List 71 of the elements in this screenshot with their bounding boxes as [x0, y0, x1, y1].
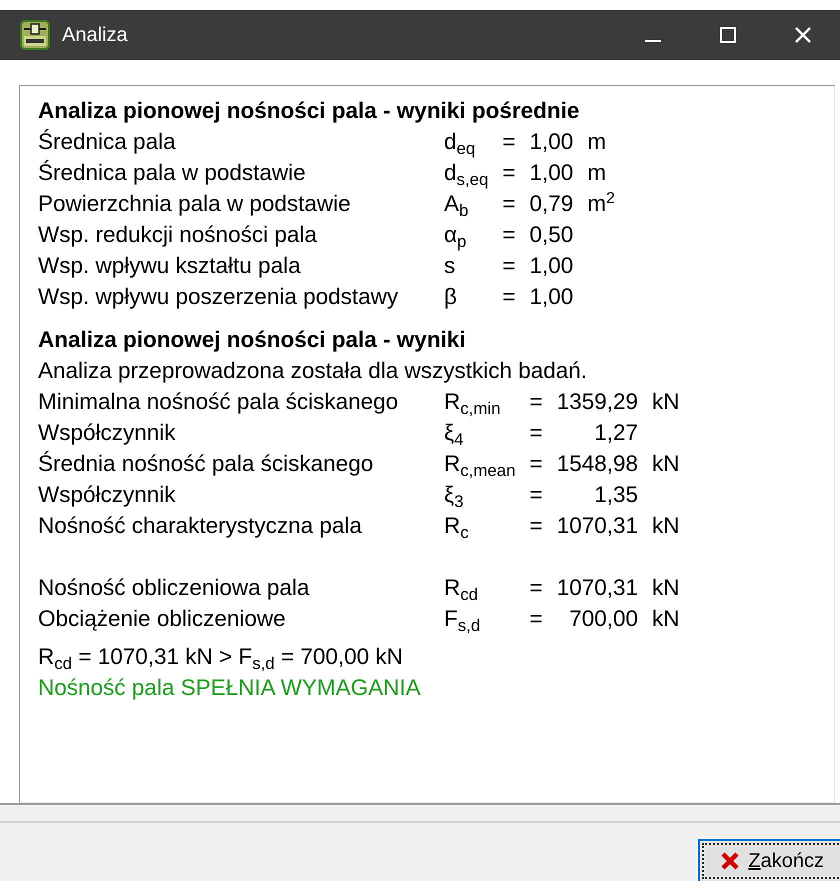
section-heading: Analiza pionowej nośności pala - wyniki pośrednie — [38, 97, 580, 125]
row-label: Współczynnik — [38, 419, 177, 447]
value-text: 700,00 — [568, 605, 638, 633]
symbol: R$_{c}$ — [444, 512, 470, 541]
value-text: 1359,29 — [556, 388, 638, 416]
window-title: Analiza — [62, 23, 129, 48]
row-label: Minimalna nośność pala ściskanego — [38, 388, 400, 416]
symbol: F$_{s,d}$ — [444, 605, 482, 634]
symbol: ξ$_{3}$ — [444, 481, 464, 510]
symbol: R$_{cd}$ — [444, 574, 480, 603]
row-label: Średnia nośność pala ściskanego — [38, 450, 374, 478]
row-label: Obciążenie obliczeniowe — [38, 605, 287, 633]
equals-sign: = — [502, 190, 516, 218]
equals-sign: = — [530, 512, 543, 540]
symbol: A$_{b}$ — [444, 190, 470, 219]
value-text: 1,00 — [530, 283, 574, 311]
value-text: 1,00 — [530, 252, 574, 280]
value-text: 1,00 — [530, 128, 574, 156]
unit-text: kN — [652, 512, 680, 540]
row-label: Powierzchnia pala w podstawie — [38, 190, 352, 218]
unit-text: kN — [652, 450, 680, 478]
equals-sign: = — [530, 450, 543, 478]
unit-text: kN — [652, 388, 680, 416]
note-text: Analiza przeprowadzona została dla wszystkich badań. — [38, 357, 588, 385]
value-text: 0,50 — [530, 221, 574, 249]
value-text: 1070,31 — [556, 574, 638, 602]
unit-text: m — [587, 159, 608, 187]
cross-icon — [720, 851, 740, 871]
symbol: R$_{c,mean}$ — [444, 450, 516, 479]
maximize-icon[interactable] — [718, 25, 738, 45]
row-label: Wsp. wpływu kształtu pala — [38, 252, 302, 280]
equals-sign: = — [502, 252, 516, 280]
unit-text: m — [587, 128, 608, 156]
check-text: R$_{cd}$ = 1070,31 kN > F$_{s,d}$ = 700,00 kN — [38, 643, 404, 672]
equals-sign: = — [502, 283, 516, 311]
section-heading: Analiza pionowej nośności pala - wyniki — [38, 326, 467, 354]
equals-sign: = — [502, 159, 516, 187]
symbol: β — [444, 283, 458, 311]
symbol: d$_{eq}$ — [444, 128, 476, 157]
row-label: Średnica pala w podstawie — [38, 158, 307, 187]
unit-text: kN — [652, 605, 680, 633]
app-icon — [20, 20, 50, 50]
symbol: α$_{p}$ — [444, 221, 468, 250]
equals-sign: = — [530, 605, 543, 633]
value-text: 1,27 — [593, 419, 638, 447]
equals-sign: = — [530, 388, 543, 416]
value-text: 1070,31 — [556, 512, 638, 540]
equals-sign: = — [530, 574, 543, 602]
row-label: Wsp. wpływu poszerzenia podstawy — [38, 283, 400, 311]
equals-sign: = — [530, 419, 543, 447]
value-text: 0,79 — [530, 190, 574, 218]
verdict-text: Nośność pala SPEŁNIA WYMAGANIA — [38, 674, 422, 702]
row-label: Nośność obliczeniowa pala — [38, 574, 310, 602]
symbol: ξ$_{4}$ — [444, 419, 464, 448]
close-dialog-button[interactable]: Zakończ — [698, 839, 840, 881]
row-label: Wsp. redukcji nośności pala — [38, 221, 318, 249]
row-label: Nośność charakterystyczna pala — [38, 512, 363, 540]
equals-sign: = — [502, 221, 516, 249]
symbol: s — [444, 252, 456, 280]
close-icon[interactable] — [792, 25, 812, 45]
equals-sign: = — [530, 481, 543, 509]
value-text: 1,35 — [593, 481, 638, 509]
equals-sign: = — [502, 128, 516, 156]
symbol: d$_{s,eq}$ — [444, 159, 488, 188]
symbol: R$_{c,min}$ — [444, 388, 502, 417]
value-text: 1548,98 — [556, 450, 638, 478]
unit-text: m$^{2}$ — [587, 189, 615, 218]
row-label: Współczynnik — [38, 481, 177, 509]
unit-text: kN — [652, 574, 680, 602]
value-text: 1,00 — [530, 159, 574, 187]
row-label: Średnica pala — [38, 128, 177, 156]
